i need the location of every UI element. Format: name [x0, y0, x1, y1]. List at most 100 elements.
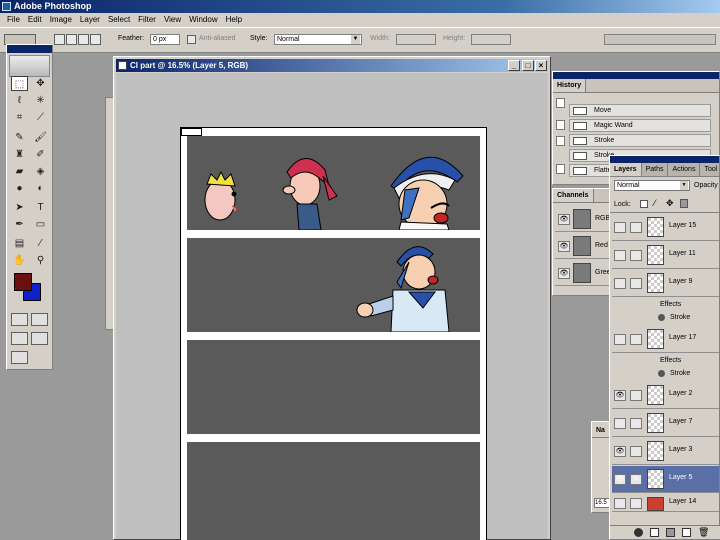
add-selection-icon[interactable]: [66, 34, 77, 45]
eye-icon[interactable]: [614, 222, 626, 233]
paint-bucket-icon[interactable]: ◈: [32, 164, 49, 179]
screen-mode-icon[interactable]: [11, 332, 28, 345]
layers-titlebar[interactable]: [610, 156, 719, 163]
comic-panel-1[interactable]: [187, 136, 480, 231]
minimize-button[interactable]: _: [508, 60, 520, 71]
shape-tool-icon[interactable]: ▭: [32, 217, 49, 232]
palette-well[interactable]: [604, 34, 716, 45]
close-button[interactable]: ×: [535, 60, 547, 71]
style-select[interactable]: Normal ▼: [274, 34, 362, 45]
tab-navigator[interactable]: Na: [592, 424, 610, 437]
marquee-tool-icon[interactable]: ⬚: [11, 76, 28, 91]
layer-effect-row[interactable]: Stroke: [612, 367, 719, 380]
comic-panel-3[interactable]: [187, 340, 480, 434]
menu-image[interactable]: Image: [46, 13, 76, 27]
lock-all-icon[interactable]: [680, 199, 688, 208]
layer-effects-row[interactable]: Effects: [612, 298, 719, 311]
comic-panel-2[interactable]: [187, 238, 480, 333]
eye-icon[interactable]: [614, 498, 626, 509]
quickmask-mode-icon[interactable]: [31, 313, 48, 326]
height-input[interactable]: [471, 34, 511, 45]
layer-row[interactable]: Layer 14: [612, 494, 719, 512]
eye-icon[interactable]: 👁: [614, 390, 626, 401]
intersect-selection-icon[interactable]: [90, 34, 101, 45]
history-item[interactable]: Magic Wand: [569, 119, 711, 132]
link-icon[interactable]: [630, 390, 642, 401]
link-icon[interactable]: [630, 334, 642, 345]
eye-icon[interactable]: [614, 334, 626, 345]
hand-tool-icon[interactable]: ✋: [11, 253, 28, 268]
link-icon[interactable]: [630, 498, 642, 509]
eye-icon[interactable]: [614, 250, 626, 261]
tab-actions[interactable]: Actions: [668, 163, 701, 176]
eye-icon[interactable]: 👁: [558, 268, 570, 279]
layer-row[interactable]: Layer 9: [612, 270, 719, 297]
document-titlebar[interactable]: CI part @ 16.5% (Layer 5, RGB) _ □ ×: [116, 59, 548, 72]
eye-icon[interactable]: 👁: [558, 214, 570, 225]
menu-select[interactable]: Select: [104, 13, 134, 27]
tab-channels[interactable]: Channels: [553, 189, 594, 202]
fullscreen-mode-icon[interactable]: [31, 332, 48, 345]
crop-tool-icon[interactable]: ⌗: [11, 110, 28, 125]
subtract-selection-icon[interactable]: [78, 34, 89, 45]
slice-tool-icon[interactable]: ⟋: [32, 110, 49, 125]
healing-brush-icon[interactable]: ✎: [11, 130, 28, 145]
new-layer-icon[interactable]: [682, 528, 691, 537]
layer-row[interactable]: Layer 11: [612, 242, 719, 269]
dodge-tool-icon[interactable]: ◐: [32, 181, 49, 196]
history-snapshot-checkbox[interactable]: [556, 98, 565, 108]
layer-style-icon[interactable]: [634, 528, 643, 537]
link-icon[interactable]: [630, 222, 642, 233]
link-icon[interactable]: [630, 250, 642, 261]
lock-transparency-icon[interactable]: [640, 200, 648, 208]
antialiased-checkbox[interactable]: [187, 35, 196, 44]
history-brush-icon[interactable]: ✐: [32, 147, 49, 162]
layer-mask-icon[interactable]: [650, 528, 659, 537]
layer-row[interactable]: 👁 Layer 3: [612, 438, 719, 465]
layer-row[interactable]: Layer 7: [612, 410, 719, 437]
standard-mode-icon[interactable]: [11, 313, 28, 326]
lasso-tool-icon[interactable]: ℓ: [11, 93, 28, 108]
brush-tool-icon[interactable]: 🖌: [32, 130, 49, 145]
history-item[interactable]: Stroke: [569, 134, 711, 147]
tab-tool-presets[interactable]: Tool Presets: [700, 163, 719, 176]
menu-edit[interactable]: Edit: [24, 13, 46, 27]
history-checkbox[interactable]: [556, 164, 565, 174]
layer-row[interactable]: Layer 17: [612, 326, 719, 353]
menu-filter[interactable]: Filter: [134, 13, 160, 27]
layer-effect-row[interactable]: Stroke: [612, 311, 719, 324]
menu-view[interactable]: View: [160, 13, 185, 27]
history-titlebar[interactable]: [553, 72, 719, 79]
new-selection-icon[interactable]: [54, 34, 65, 45]
eye-icon[interactable]: 👁: [614, 446, 626, 457]
width-input[interactable]: [396, 34, 436, 45]
history-checkbox[interactable]: [556, 120, 565, 130]
foreground-color-swatch[interactable]: [14, 273, 32, 291]
menu-window[interactable]: Window: [185, 13, 221, 27]
tab-layers[interactable]: Layers: [610, 163, 642, 176]
photoshop-feather-icon[interactable]: [9, 55, 50, 77]
eraser-tool-icon[interactable]: ▰: [11, 164, 28, 179]
canvas-area[interactable]: [116, 73, 548, 540]
jump-to-imageready-icon[interactable]: [11, 351, 28, 364]
blur-tool-icon[interactable]: ●: [11, 181, 28, 196]
magic-wand-icon[interactable]: ✳: [32, 93, 49, 108]
maximize-button[interactable]: □: [522, 60, 534, 71]
trash-icon[interactable]: 🗑: [698, 527, 709, 538]
lock-paint-icon[interactable]: ⁄: [654, 198, 656, 208]
zoom-tool-icon[interactable]: ⚲: [32, 253, 49, 268]
clone-stamp-icon[interactable]: ♜: [11, 147, 28, 162]
lock-move-icon[interactable]: ✥: [666, 198, 674, 209]
menu-layer[interactable]: Layer: [76, 13, 104, 27]
layer-row[interactable]: 👁 Layer 2: [612, 382, 719, 409]
feather-input[interactable]: 0 px: [150, 34, 180, 45]
eye-icon[interactable]: 👁: [558, 241, 570, 252]
notes-tool-icon[interactable]: ▤: [11, 236, 28, 251]
new-set-icon[interactable]: [666, 528, 675, 537]
comic-page[interactable]: [180, 127, 487, 540]
menu-help[interactable]: Help: [222, 13, 246, 27]
tab-paths[interactable]: Paths: [641, 163, 669, 176]
type-tool-icon[interactable]: T: [32, 200, 49, 215]
menu-file[interactable]: File: [3, 13, 24, 27]
link-icon[interactable]: [630, 278, 642, 289]
